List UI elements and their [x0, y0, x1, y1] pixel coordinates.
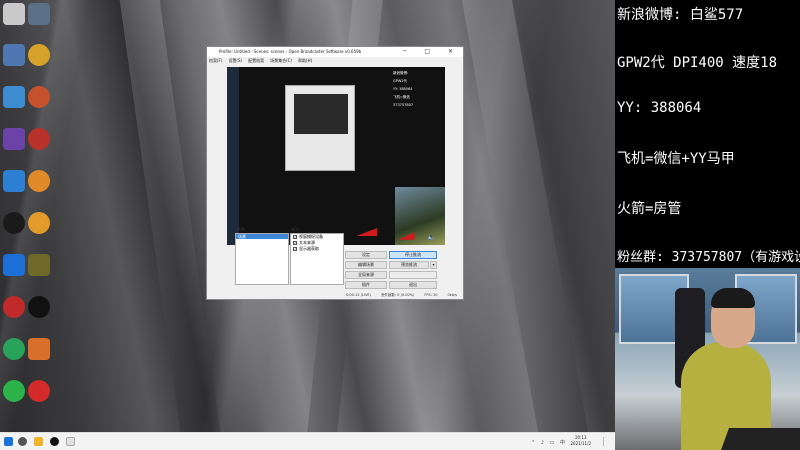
status-bitrate: 0kb/s [447, 293, 457, 297]
start-icon[interactable] [4, 437, 13, 446]
app-icon[interactable] [3, 128, 25, 150]
scenes-list[interactable]: 场景 [235, 233, 289, 285]
edit-scene-button[interactable]: 编辑场景 [345, 261, 387, 269]
obs-title-text: Profile: Untitled - Scenes: scenes - Ope… [219, 49, 362, 54]
plane-text: 飞机=微信+YY马甲 [617, 151, 735, 167]
webcam-keyboard [720, 428, 800, 450]
source-item[interactable]: ✓ 显示器获取 [291, 246, 343, 252]
explorer-icon[interactable] [34, 437, 43, 446]
exit-button[interactable]: 退出 [389, 281, 437, 289]
show-desktop-button[interactable] [603, 437, 611, 446]
obs-taskbar-icon[interactable] [50, 437, 59, 446]
fans-group-text: 粉丝群: 373757807（有游戏设置） [617, 250, 800, 265]
game-icon[interactable] [28, 212, 50, 234]
netease-music-icon[interactable] [28, 380, 50, 402]
status-fps: FPS: 30 [424, 293, 438, 297]
checkbox-checked[interactable]: ✓ [293, 241, 297, 245]
sources-list[interactable]: ✓ 视窗捕捉设备 ✓ 文本来源 ✓ 显示器获取 [290, 233, 344, 285]
preview-overlay-text: 新浪微博: GPW2代 YY: 388064 飞机=微信 373757807 [393, 69, 443, 109]
system-tray[interactable]: ⌃ ♪ ▭ 中 [531, 439, 567, 446]
game-icon[interactable] [28, 44, 50, 66]
desktop: Profile: Untitled - Scenes: scenes - Ope… [0, 0, 615, 432]
clock[interactable]: 20:13 2021/11/2 [570, 435, 591, 447]
plugins-button[interactable] [389, 271, 437, 279]
window-controls[interactable]: ─ □ ✕ [403, 47, 461, 57]
app-icon[interactable] [3, 86, 25, 108]
checkbox-checked[interactable]: ✓ [293, 235, 297, 239]
folder-icon[interactable] [3, 170, 25, 192]
checkbox-checked[interactable]: ✓ [293, 247, 297, 251]
computer-icon[interactable] [28, 3, 50, 25]
obs-preview[interactable]: 新浪微博: GPW2代 YY: 388064 飞机=微信 373757807 [227, 67, 445, 245]
app-icon[interactable] [3, 380, 25, 402]
menu-help[interactable]: 帮助(H) [298, 57, 312, 65]
webcam-feed [615, 268, 800, 450]
mouse-settings-text: GPW2代 DPI400 速度18 [617, 55, 778, 71]
speaker-icon[interactable]: 🔈 [427, 233, 436, 241]
app-icon[interactable] [28, 254, 50, 276]
game-icon[interactable] [28, 86, 50, 108]
wechat-icon[interactable] [3, 338, 25, 360]
obs-window[interactable]: Profile: Untitled - Scenes: scenes - Ope… [206, 46, 464, 300]
preview-text-line: 新浪微博: [393, 71, 409, 75]
menu-file[interactable]: 档案(F) [209, 57, 222, 65]
stop-stream-button[interactable]: 停止推流 [389, 251, 437, 259]
mic-audio-meter[interactable] [393, 231, 421, 241]
status-time: 0:00:13 (LIVE) [346, 293, 371, 297]
menu-scene-collection[interactable]: 场景集合(C) [270, 57, 292, 65]
preview-desktop-strip [227, 67, 239, 245]
app-icon[interactable] [3, 44, 25, 66]
global-sources-button[interactable]: 全局来源 [345, 271, 387, 279]
obs-title-bar[interactable]: Profile: Untitled - Scenes: scenes - Ope… [207, 47, 463, 57]
preview-nested-content [294, 94, 348, 134]
rocket-text: 火箭=房管 [617, 201, 682, 217]
preview-stream-button[interactable]: 预览推流 [389, 261, 429, 269]
game-icon[interactable] [28, 128, 50, 150]
game-icon[interactable] [28, 170, 50, 192]
search-icon[interactable] [18, 437, 27, 446]
preview-nested-window [285, 85, 355, 171]
app-icon[interactable] [28, 338, 50, 360]
preview-text-line: YY: 388064 [393, 87, 413, 91]
source-label: 显示器获取 [299, 246, 319, 251]
menu-settings[interactable]: 设置(S) [228, 57, 242, 65]
preview-text-line: GPW2代 [393, 79, 408, 83]
weibo-text: 新浪微博: 白鲨577 [617, 7, 744, 23]
status-dropped-frames: 丢失帧数: 0 (0.00%) [380, 293, 415, 297]
webcam-person-hair [711, 288, 755, 308]
obs-bottom-panel: 场景: 场景 来源: ✓视窗捕捉设备 ✓文本来源 ✓显示器获取 🔈 设定 [207, 227, 463, 291]
plugins-button[interactable]: 插件 [345, 281, 387, 289]
yy-text: YY: 388064 [617, 100, 702, 116]
settings-button[interactable]: 设定 [345, 251, 387, 259]
logitech-icon[interactable] [3, 212, 25, 234]
clock-date: 2021/11/2 [570, 441, 591, 446]
app-icon[interactable] [3, 296, 25, 318]
taskbar: ⌃ ♪ ▭ 中 20:13 2021/11/2 [0, 432, 615, 450]
obs-menu-bar: 档案(F) 设置(S) 配置档案 场景集合(C) 帮助(H) [207, 57, 463, 65]
rock-texture [461, 0, 589, 432]
menu-profile[interactable]: 配置档案 [248, 57, 264, 65]
preview-text-line: 飞机=微信 [393, 95, 410, 99]
scene-item[interactable]: 场景 [236, 234, 288, 239]
recycle-bin-icon[interactable] [3, 3, 25, 25]
app-taskbar-icon[interactable] [66, 437, 75, 446]
stream-info-overlay: 新浪微博: 白鲨577 GPW2代 DPI400 速度18 YY: 388064… [615, 0, 800, 268]
preview-text-line: 373757807 [393, 103, 414, 107]
edge-icon[interactable] [3, 254, 25, 276]
obs-icon[interactable] [28, 296, 50, 318]
obs-status-bar: 0:00:13 (LIVE) 丢失帧数: 0 (0.00%) FPS: 30 0… [207, 291, 463, 299]
desktop-audio-meter[interactable] [345, 227, 390, 237]
dropdown-arrow-icon[interactable]: ▾ [430, 261, 437, 269]
